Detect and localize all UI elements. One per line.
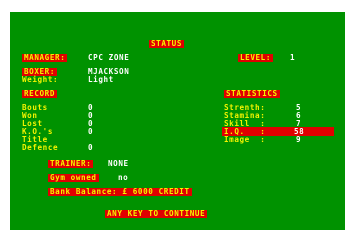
- manager-value: CPC ZONE: [88, 53, 130, 62]
- level-value: 1: [290, 53, 296, 62]
- stat-row-value: 9: [296, 135, 302, 144]
- trainer-value: NONE: [108, 159, 129, 168]
- status-screen: STATUS MANAGER: CPC ZONE LEVEL: 1 BOXER:…: [10, 12, 345, 230]
- bank-balance: Bank Balance: £ 6000 CREDIT: [48, 187, 192, 196]
- page-title: STATUS: [149, 39, 185, 48]
- record-row-value: 0: [88, 127, 94, 136]
- level-label: LEVEL:: [238, 53, 274, 62]
- statistics-heading: STATISTICS: [224, 89, 280, 98]
- record-heading: RECORD: [22, 89, 58, 98]
- weight-value: Light: [88, 75, 114, 84]
- manager-label: MANAGER:: [22, 53, 68, 62]
- record-row-label: Defence: [22, 143, 59, 152]
- gym-label: Gym owned: [48, 173, 99, 182]
- weight-label: Weight:: [22, 75, 59, 84]
- continue-prompt[interactable]: ANY KEY TO CONTINUE: [105, 210, 208, 218]
- gym-value: no: [118, 173, 129, 182]
- stat-row-label: Image :: [224, 135, 266, 144]
- trainer-label: TRAINER:: [48, 159, 94, 168]
- record-row-value: 0: [88, 143, 94, 152]
- monitor-frame: STATUS MANAGER: CPC ZONE LEVEL: 1 BOXER:…: [0, 0, 354, 242]
